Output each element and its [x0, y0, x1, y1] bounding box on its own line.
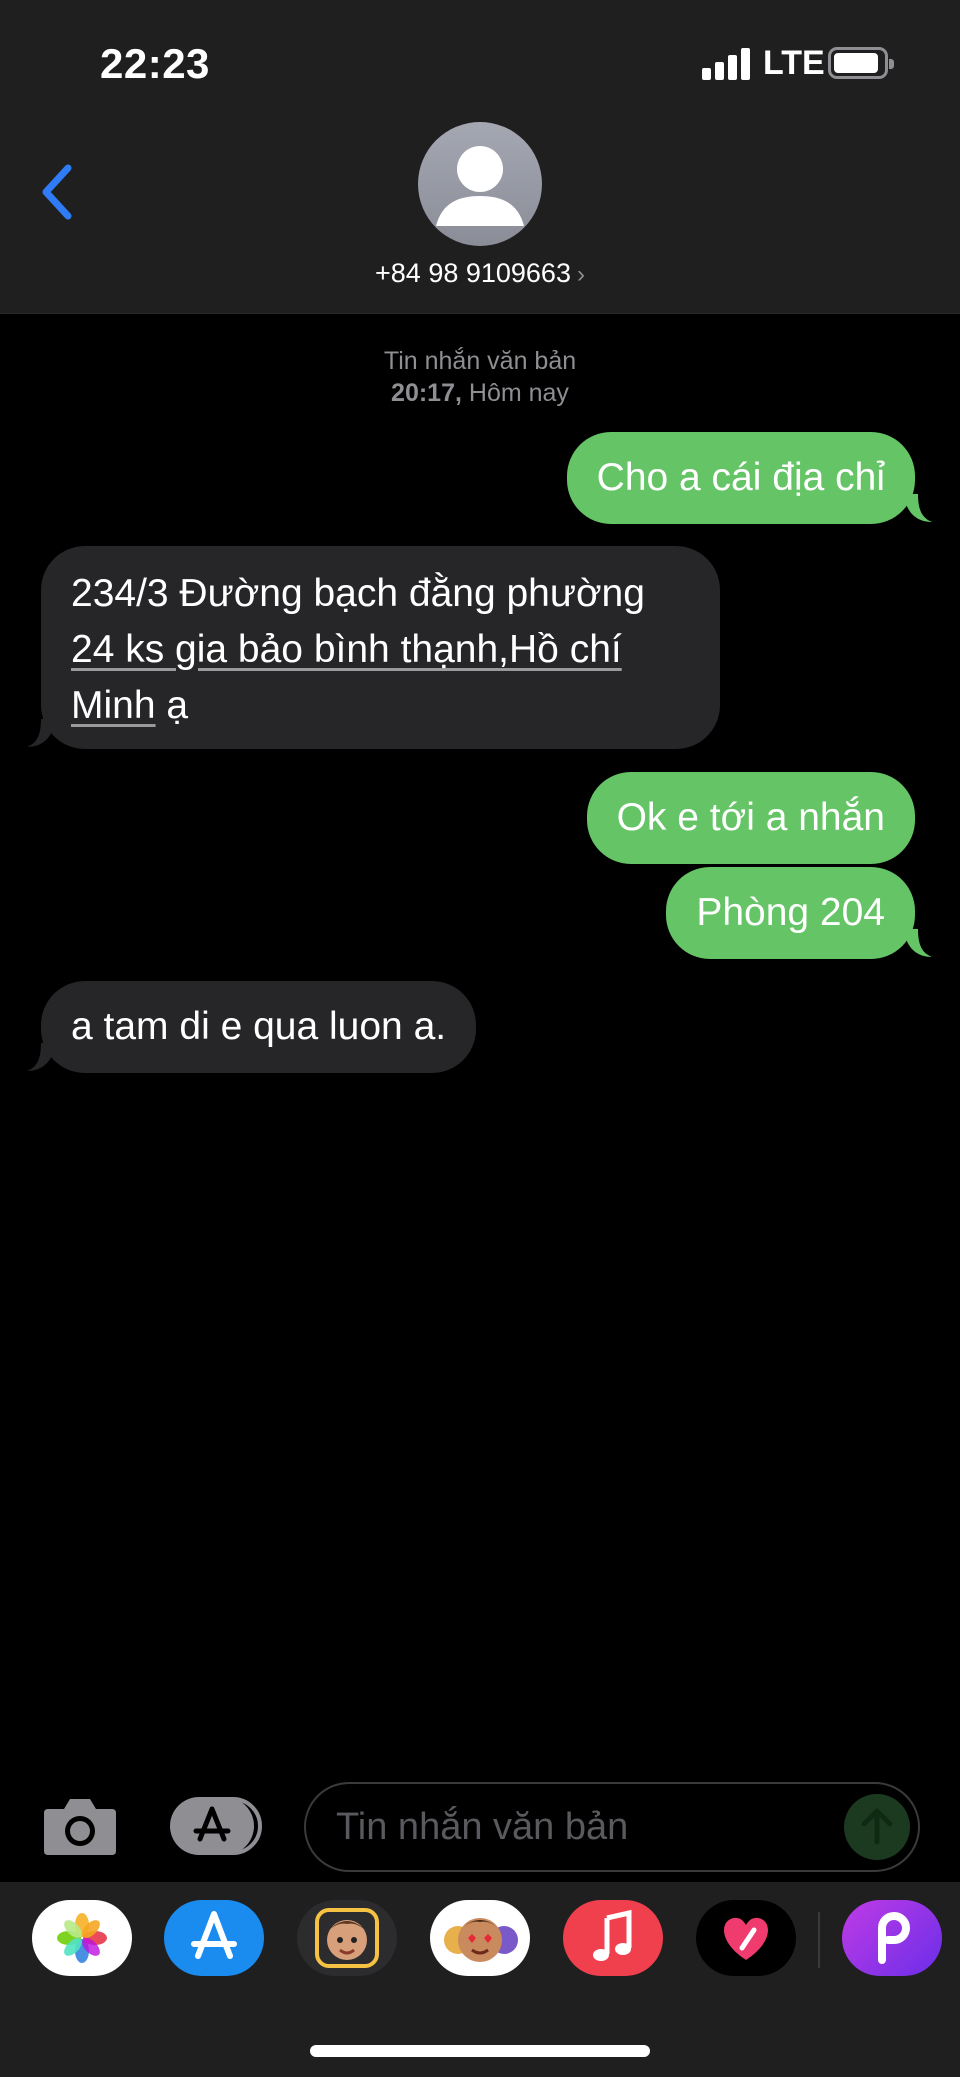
picsart-p-icon — [878, 1912, 910, 1964]
timestamp-time: 20:17, — [391, 379, 462, 407]
timestamp-day: Hôm nay — [468, 379, 569, 407]
person-placeholder-icon — [436, 146, 524, 226]
bubble-tail — [904, 494, 932, 522]
animoji-icon[interactable] — [430, 1900, 530, 1976]
digital-touch-icon[interactable] — [696, 1900, 796, 1976]
address-link[interactable]: 24 ks gia bảo bình thạnh, — [71, 628, 509, 671]
app-drawer-divider — [818, 1912, 820, 1968]
music-app-icon[interactable] — [563, 1900, 663, 1976]
arrow-up-icon — [861, 1808, 893, 1845]
home-indicator[interactable] — [310, 2045, 650, 2057]
chevron-left-icon — [42, 164, 72, 220]
sent-message-bubble[interactable]: Ok e tới a nhắn — [586, 772, 915, 864]
camera-icon — [44, 1799, 116, 1855]
photos-app-icon[interactable] — [32, 1900, 132, 1976]
message-text: Cho a cái địa chỉ — [596, 456, 885, 499]
conversation-header: +84 98 9109663 › — [0, 120, 960, 314]
chevron-right-icon: › — [576, 261, 585, 288]
memoji-face-icon — [315, 1908, 379, 1968]
animoji-face-icon — [444, 1918, 518, 1962]
heart-icon — [724, 1917, 768, 1960]
conversation-timestamp: Tin nhắn văn bản 20:17, Hôm nay — [0, 345, 960, 409]
message-input[interactable]: Tin nhắn văn bản — [304, 1782, 920, 1872]
picsart-app-icon[interactable] — [842, 1900, 942, 1976]
message-text-end: ạ — [155, 684, 189, 727]
sent-message-bubble[interactable]: Cho a cái địa chỉ — [566, 432, 915, 524]
status-time: 22:23 — [100, 40, 210, 87]
message-input-placeholder: Tin nhắn văn bản — [336, 1806, 629, 1848]
send-button[interactable] — [844, 1794, 910, 1860]
bubble-tail — [27, 1043, 55, 1071]
status-bar: 22:23 LTE — [0, 0, 960, 120]
message-text: Phòng 204 — [696, 891, 885, 934]
message-text-line: 234/3 Đường bạch đằng phường — [71, 572, 645, 615]
message-text: Ok e tới a nhắn — [616, 796, 885, 839]
photos-flower-icon — [57, 1913, 107, 1963]
received-message-bubble[interactable]: a tam di e qua luon a. — [41, 981, 477, 1073]
city-link[interactable]: Hồ chí — [509, 628, 622, 671]
network-type: LTE — [763, 44, 825, 82]
app-store-icon[interactable] — [164, 1900, 264, 1976]
contact-number: +84 98 9109663 — [375, 258, 571, 288]
memoji-stickers-icon[interactable] — [297, 1900, 397, 1976]
back-button[interactable] — [38, 160, 78, 224]
app-store-icon — [170, 1797, 262, 1855]
city-link-continued[interactable]: Minh — [71, 684, 156, 727]
camera-button[interactable] — [42, 1795, 118, 1857]
received-message-bubble[interactable]: 234/3 Đường bạch đằng phường 24 ks gia b… — [41, 546, 720, 749]
sent-message-bubble[interactable]: Phòng 204 — [666, 867, 915, 959]
bubble-tail — [904, 929, 932, 957]
message-text: a tam di e qua luon a. — [71, 1005, 447, 1048]
apps-button[interactable] — [170, 1797, 262, 1855]
bubble-tail — [27, 719, 55, 747]
app-store-glyph — [191, 1911, 237, 1959]
message-type-label: Tin nhắn văn bản — [383, 347, 577, 375]
signal-strength-icon — [702, 48, 754, 80]
music-note-icon — [593, 1909, 632, 1961]
battery-icon — [828, 47, 894, 79]
contact-avatar[interactable] — [418, 122, 542, 246]
contact-name-button[interactable]: +84 98 9109663 › — [0, 258, 960, 289]
